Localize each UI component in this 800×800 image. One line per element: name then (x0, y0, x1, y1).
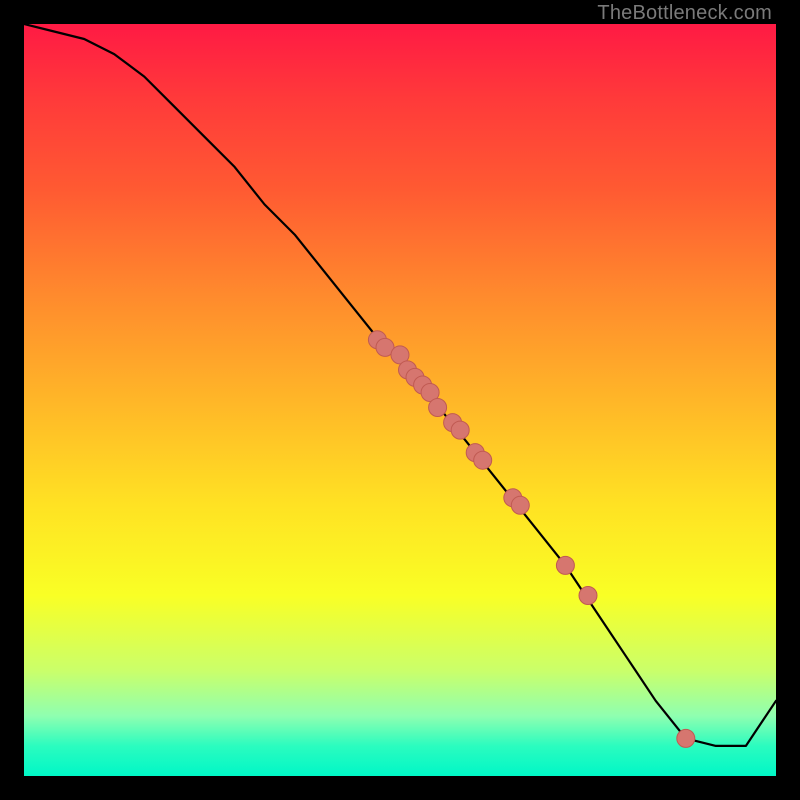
data-point (429, 399, 447, 417)
curve-svg (24, 24, 776, 776)
data-point (511, 496, 529, 514)
data-point (556, 556, 574, 574)
data-point (579, 587, 597, 605)
plot-area (24, 24, 776, 776)
chart-stage: TheBottleneck.com (0, 0, 800, 800)
watermark-text: TheBottleneck.com (597, 2, 772, 25)
curve-line (24, 24, 776, 746)
data-point (474, 451, 492, 469)
data-point (677, 729, 695, 747)
data-point (451, 421, 469, 439)
